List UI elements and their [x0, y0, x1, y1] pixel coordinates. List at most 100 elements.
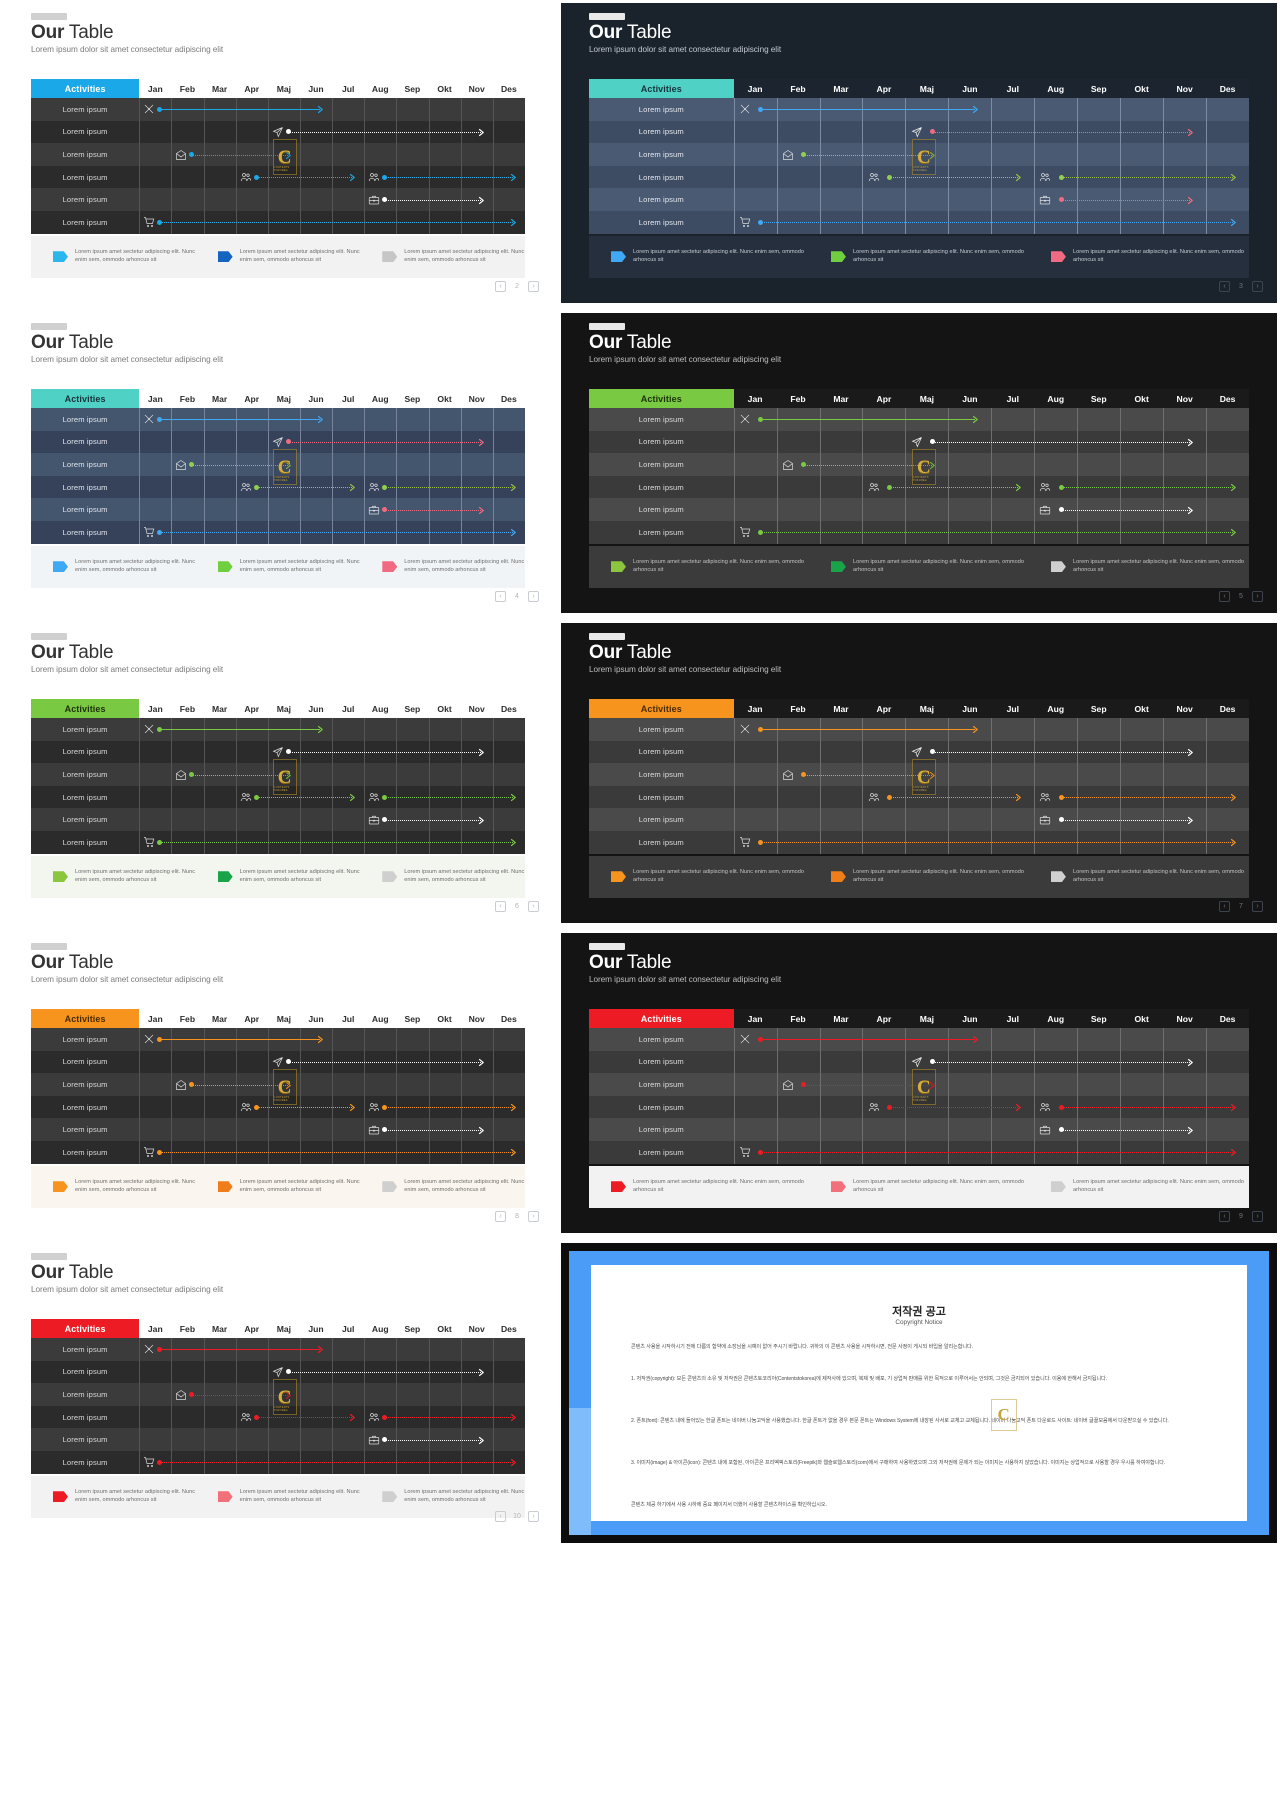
table-row[interactable]: Lorem ipsum [31, 1360, 525, 1384]
table-row[interactable]: Lorem ipsum [31, 98, 525, 121]
table-row[interactable]: Lorem ipsum [31, 830, 525, 854]
legend-text: Lorem ipsum amet sectetur adipiscing eli… [404, 869, 525, 883]
table-row[interactable]: Lorem ipsum [589, 1095, 1249, 1119]
table-row[interactable]: Lorem ipsum [31, 740, 525, 764]
slide-6-orange-dark[interactable]: Our Table Lorem ipsum dolor sit amet cons… [561, 623, 1277, 923]
pagination-prev-button[interactable]: ‹ [1219, 1211, 1230, 1222]
pagination-prev-button[interactable]: ‹ [1219, 901, 1230, 912]
table-row[interactable]: Lorem ipsum [589, 498, 1249, 521]
pagination[interactable]: ‹ 10 › [495, 1511, 539, 1522]
table-row[interactable]: Lorem ipsum [31, 718, 525, 741]
pagination-next-button[interactable]: › [1252, 591, 1263, 602]
pagination-next-button[interactable]: › [528, 1511, 539, 1522]
table-row[interactable]: Lorem ipsum [31, 1405, 525, 1429]
month-cell [492, 475, 525, 499]
pagination-prev-button[interactable]: ‹ [1219, 281, 1230, 292]
slide-3-teal-light[interactable]: Our Table Lorem ipsum dolor sit amet cons… [3, 313, 553, 613]
table-row[interactable]: Lorem ipsum [589, 1140, 1249, 1164]
pagination-next-button[interactable]: › [528, 281, 539, 292]
slide-9-red-light[interactable]: Our Table Lorem ipsum dolor sit amet cons… [3, 1243, 553, 1533]
table-row[interactable]: Lorem ipsum [31, 1118, 525, 1141]
table-row[interactable]: Lorem ipsum [31, 1428, 525, 1451]
table-row[interactable]: Lorem ipsum [589, 740, 1249, 764]
table-row[interactable]: Lorem ipsum [31, 1095, 525, 1119]
table-row[interactable]: Lorem ipsum [589, 808, 1249, 831]
table-row[interactable]: Lorem ipsum [31, 808, 525, 831]
slide-4-green-dark[interactable]: Our Table Lorem ipsum dolor sit amet cons… [561, 313, 1277, 613]
pagination[interactable]: ‹ 8 › [495, 1211, 539, 1222]
copyright-slide[interactable]: 저작권 공고 Copyright Notice 콘텐츠 사용을 시작하시기 전에 다… [561, 1243, 1277, 1543]
pagination[interactable]: ‹ 3 › [1219, 281, 1263, 292]
table-row[interactable]: Lorem ipsum [589, 210, 1249, 234]
table-row[interactable]: Lorem ipsum [589, 475, 1249, 499]
month-cell [332, 1028, 364, 1051]
legend-item: Lorem ipsum amet sectetur adipiscing eli… [196, 559, 361, 574]
table-row[interactable]: Lorem ipsum [31, 430, 525, 454]
month-cell [991, 98, 1034, 121]
pagination[interactable]: ‹ 2 › [495, 281, 539, 292]
legend-pin-icon [382, 561, 398, 573]
table-row[interactable]: Lorem ipsum [589, 143, 1249, 166]
table-row[interactable]: Lorem ipsum [589, 1073, 1249, 1096]
table-row[interactable]: Lorem ipsum [589, 763, 1249, 786]
pagination-prev-button[interactable]: ‹ [495, 281, 506, 292]
pagination-prev-button[interactable]: ‹ [495, 591, 506, 602]
pagination-prev-button[interactable]: ‹ [1219, 591, 1230, 602]
table-row[interactable]: Lorem ipsum [31, 1073, 525, 1096]
pagination[interactable]: ‹ 7 › [1219, 901, 1263, 912]
pagination-next-button[interactable]: › [1252, 1211, 1263, 1222]
pagination-prev-button[interactable]: ‹ [495, 1211, 506, 1222]
slide-8-red-dark[interactable]: Our Table Lorem ipsum dolor sit amet cons… [561, 933, 1277, 1233]
pagination[interactable]: ‹ 9 › [1219, 1211, 1263, 1222]
table-row[interactable]: Lorem ipsum [31, 143, 525, 166]
table-row[interactable]: Lorem ipsum [31, 408, 525, 431]
legend-pin-icon [382, 251, 398, 263]
table-row[interactable]: Lorem ipsum [31, 1450, 525, 1474]
table-row[interactable]: Lorem ipsum [31, 453, 525, 476]
table-row[interactable]: Lorem ipsum [589, 718, 1249, 741]
table-row[interactable]: Lorem ipsum [31, 475, 525, 499]
slide-5-green-light[interactable]: Our Table Lorem ipsum dolor sit amet cons… [3, 623, 553, 923]
slide-7-orange-light[interactable]: Our Table Lorem ipsum dolor sit amet cons… [3, 933, 553, 1233]
table-row[interactable]: Lorem ipsum [589, 830, 1249, 854]
table-row[interactable]: Lorem ipsum [31, 1338, 525, 1361]
table-row[interactable]: Lorem ipsum [589, 520, 1249, 544]
table-row[interactable]: Lorem ipsum [31, 120, 525, 144]
table-row[interactable]: Lorem ipsum [589, 430, 1249, 454]
table-row[interactable]: Lorem ipsum [31, 210, 525, 234]
slide-1-blue-light[interactable]: Our Table Lorem ipsum dolor sit amet cons… [3, 3, 553, 303]
table-row[interactable]: Lorem ipsum [589, 408, 1249, 431]
table-row[interactable]: Lorem ipsum [31, 165, 525, 189]
pagination[interactable]: ‹ 6 › [495, 901, 539, 912]
slide-2-teal-navy[interactable]: Our Table Lorem ipsum dolor sit amet cons… [561, 3, 1277, 303]
table-row[interactable]: Lorem ipsum [31, 1050, 525, 1074]
gantt-table: Activities Jan Feb Mar Apr Maj Jun Jul Aug Sep Okt… [589, 699, 1249, 854]
table-row[interactable]: Lorem ipsum [31, 1028, 525, 1051]
table-row[interactable]: Lorem ipsum [31, 1383, 525, 1406]
table-row[interactable]: Lorem ipsum [589, 165, 1249, 189]
pagination-next-button[interactable]: › [528, 591, 539, 602]
table-row[interactable]: Lorem ipsum [589, 453, 1249, 476]
table-row[interactable]: Lorem ipsum [589, 1028, 1249, 1051]
pagination-next-button[interactable]: › [528, 901, 539, 912]
table-row[interactable]: Lorem ipsum [31, 520, 525, 544]
table-row[interactable]: Lorem ipsum [589, 120, 1249, 144]
pagination-next-button[interactable]: › [528, 1211, 539, 1222]
pagination-prev-button[interactable]: ‹ [495, 901, 506, 912]
table-row[interactable]: Lorem ipsum [589, 98, 1249, 121]
table-row[interactable]: Lorem ipsum [31, 498, 525, 521]
table-row[interactable]: Lorem ipsum [589, 785, 1249, 809]
table-row[interactable]: Lorem ipsum [589, 1050, 1249, 1074]
pagination-next-button[interactable]: › [1252, 281, 1263, 292]
table-row[interactable]: Lorem ipsum [31, 188, 525, 211]
table-row[interactable]: Lorem ipsum [31, 1140, 525, 1164]
table-row[interactable]: Lorem ipsum [589, 188, 1249, 211]
table-row[interactable]: Lorem ipsum [589, 1118, 1249, 1141]
table-row[interactable]: Lorem ipsum [31, 785, 525, 809]
pagination-next-button[interactable]: › [1252, 901, 1263, 912]
month-cell [905, 1028, 948, 1051]
pagination[interactable]: ‹ 4 › [495, 591, 539, 602]
pagination-prev-button[interactable]: ‹ [495, 1511, 506, 1522]
pagination[interactable]: ‹ 5 › [1219, 591, 1263, 602]
table-row[interactable]: Lorem ipsum [31, 763, 525, 786]
